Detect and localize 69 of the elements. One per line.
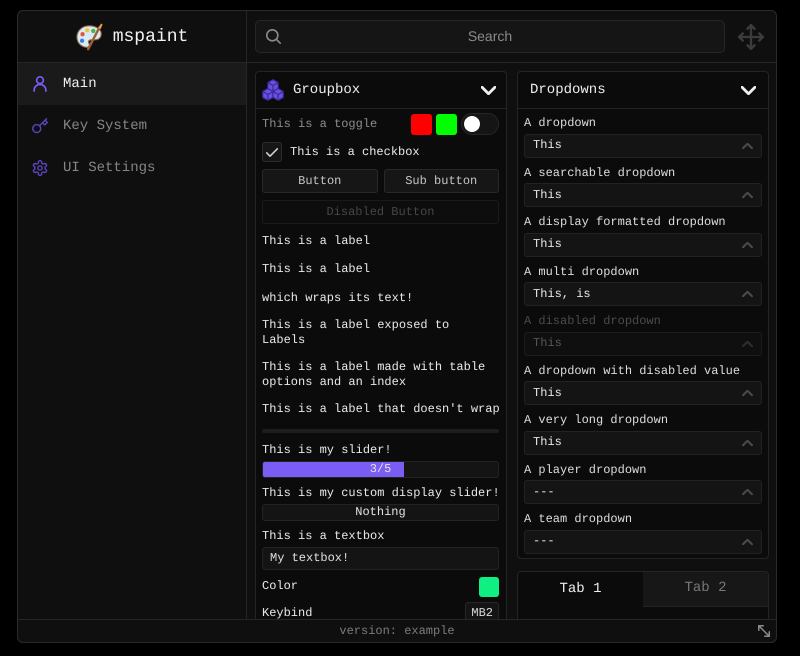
cubes-icon bbox=[262, 79, 284, 101]
chevron-up-icon bbox=[742, 192, 753, 198]
button[interactable]: Sub button bbox=[384, 169, 499, 193]
chevron-up-icon bbox=[742, 142, 753, 148]
chevron-down-icon[interactable] bbox=[741, 86, 756, 94]
toggle-switch[interactable] bbox=[461, 113, 499, 135]
dropdown-label: A display formatted dropdown bbox=[524, 215, 727, 230]
color-swatch[interactable] bbox=[436, 114, 457, 134]
app-title: mspaint bbox=[112, 26, 188, 48]
color-label: Color bbox=[262, 579, 298, 594]
dropdown[interactable]: This bbox=[524, 183, 762, 207]
dropdown[interactable]: --- bbox=[524, 530, 762, 554]
dropdown-label: A player dropdown bbox=[524, 462, 648, 477]
dropdown[interactable]: This bbox=[524, 430, 762, 454]
sidebar-item[interactable]: Key System bbox=[18, 105, 246, 147]
palette-icon bbox=[76, 22, 104, 50]
gear-icon bbox=[32, 160, 48, 176]
checkbox[interactable] bbox=[262, 142, 282, 162]
search-field[interactable]: Search bbox=[255, 20, 725, 53]
sidebar-item[interactable]: UI Settings bbox=[18, 147, 246, 189]
slider-value: 3/5 bbox=[370, 462, 392, 476]
resize-icon[interactable] bbox=[758, 625, 770, 637]
dropdown-label: A searchable dropdown bbox=[524, 166, 676, 180]
dropdown-label: A team dropdown bbox=[524, 512, 634, 526]
textbox-label: This is a textbox bbox=[262, 529, 386, 544]
dropdown[interactable]: This bbox=[524, 134, 762, 158]
chevron-down-icon[interactable] bbox=[481, 86, 496, 94]
dropdown[interactable]: This, is bbox=[524, 282, 762, 306]
dropdown-label: A dropdown with disabled value bbox=[524, 364, 742, 378]
label-text: This is a label that doesn't wrap bbox=[262, 402, 499, 416]
slider-label: This is my custom display slider! bbox=[262, 486, 499, 500]
chevron-up-icon bbox=[742, 390, 753, 396]
chevron-up-icon bbox=[742, 340, 753, 346]
tab[interactable]: Tab 2 bbox=[643, 572, 768, 606]
color-swatch[interactable] bbox=[411, 114, 432, 134]
toggle-label: This is a toggle bbox=[262, 116, 378, 132]
groupbox-title: Dropdowns bbox=[530, 80, 607, 100]
label-text: This is a label bbox=[262, 234, 372, 248]
color-swatch[interactable] bbox=[479, 576, 499, 596]
checkbox-label: This is a checkbox bbox=[290, 144, 420, 160]
chevron-up-icon bbox=[742, 489, 753, 495]
dropdown-label: A very long dropdown bbox=[524, 413, 670, 428]
dropdown-label: A multi dropdown bbox=[524, 264, 640, 279]
dropdown-label: A disabled dropdown bbox=[524, 314, 662, 328]
text-field[interactable]: My textbox! bbox=[262, 546, 499, 570]
slider-label: This is my slider! bbox=[262, 443, 393, 458]
slider-value: Nothing bbox=[355, 505, 406, 519]
chevron-up-icon bbox=[742, 291, 753, 297]
chevron-up-icon bbox=[742, 538, 753, 544]
label-text: This is a label exposed to Labels bbox=[262, 318, 450, 347]
check-icon bbox=[266, 148, 278, 156]
dropdown[interactable]: This bbox=[524, 232, 762, 256]
groupbox-title: Groupbox bbox=[293, 80, 362, 100]
label-text: This is a label which wraps its text! bbox=[262, 262, 414, 305]
button[interactable]: Button bbox=[262, 169, 378, 193]
search-icon bbox=[266, 29, 281, 44]
sidebar-item[interactable]: Main bbox=[18, 63, 246, 105]
user-icon bbox=[32, 76, 48, 92]
dropdown[interactable]: This bbox=[524, 381, 762, 405]
key-icon bbox=[32, 118, 48, 134]
keybind-label: Keybind bbox=[262, 606, 312, 618]
keybind-button[interactable]: MB2 bbox=[465, 602, 499, 619]
chevron-up-icon bbox=[742, 242, 753, 248]
chevron-up-icon bbox=[742, 440, 753, 446]
dropdown[interactable]: --- bbox=[524, 480, 762, 504]
dropdown-label: A dropdown bbox=[524, 116, 598, 130]
version-text: version: example bbox=[339, 623, 455, 640]
label-text: This is a label made with table options and an index bbox=[262, 360, 486, 389]
slider-track[interactable]: Nothing bbox=[262, 504, 499, 520]
